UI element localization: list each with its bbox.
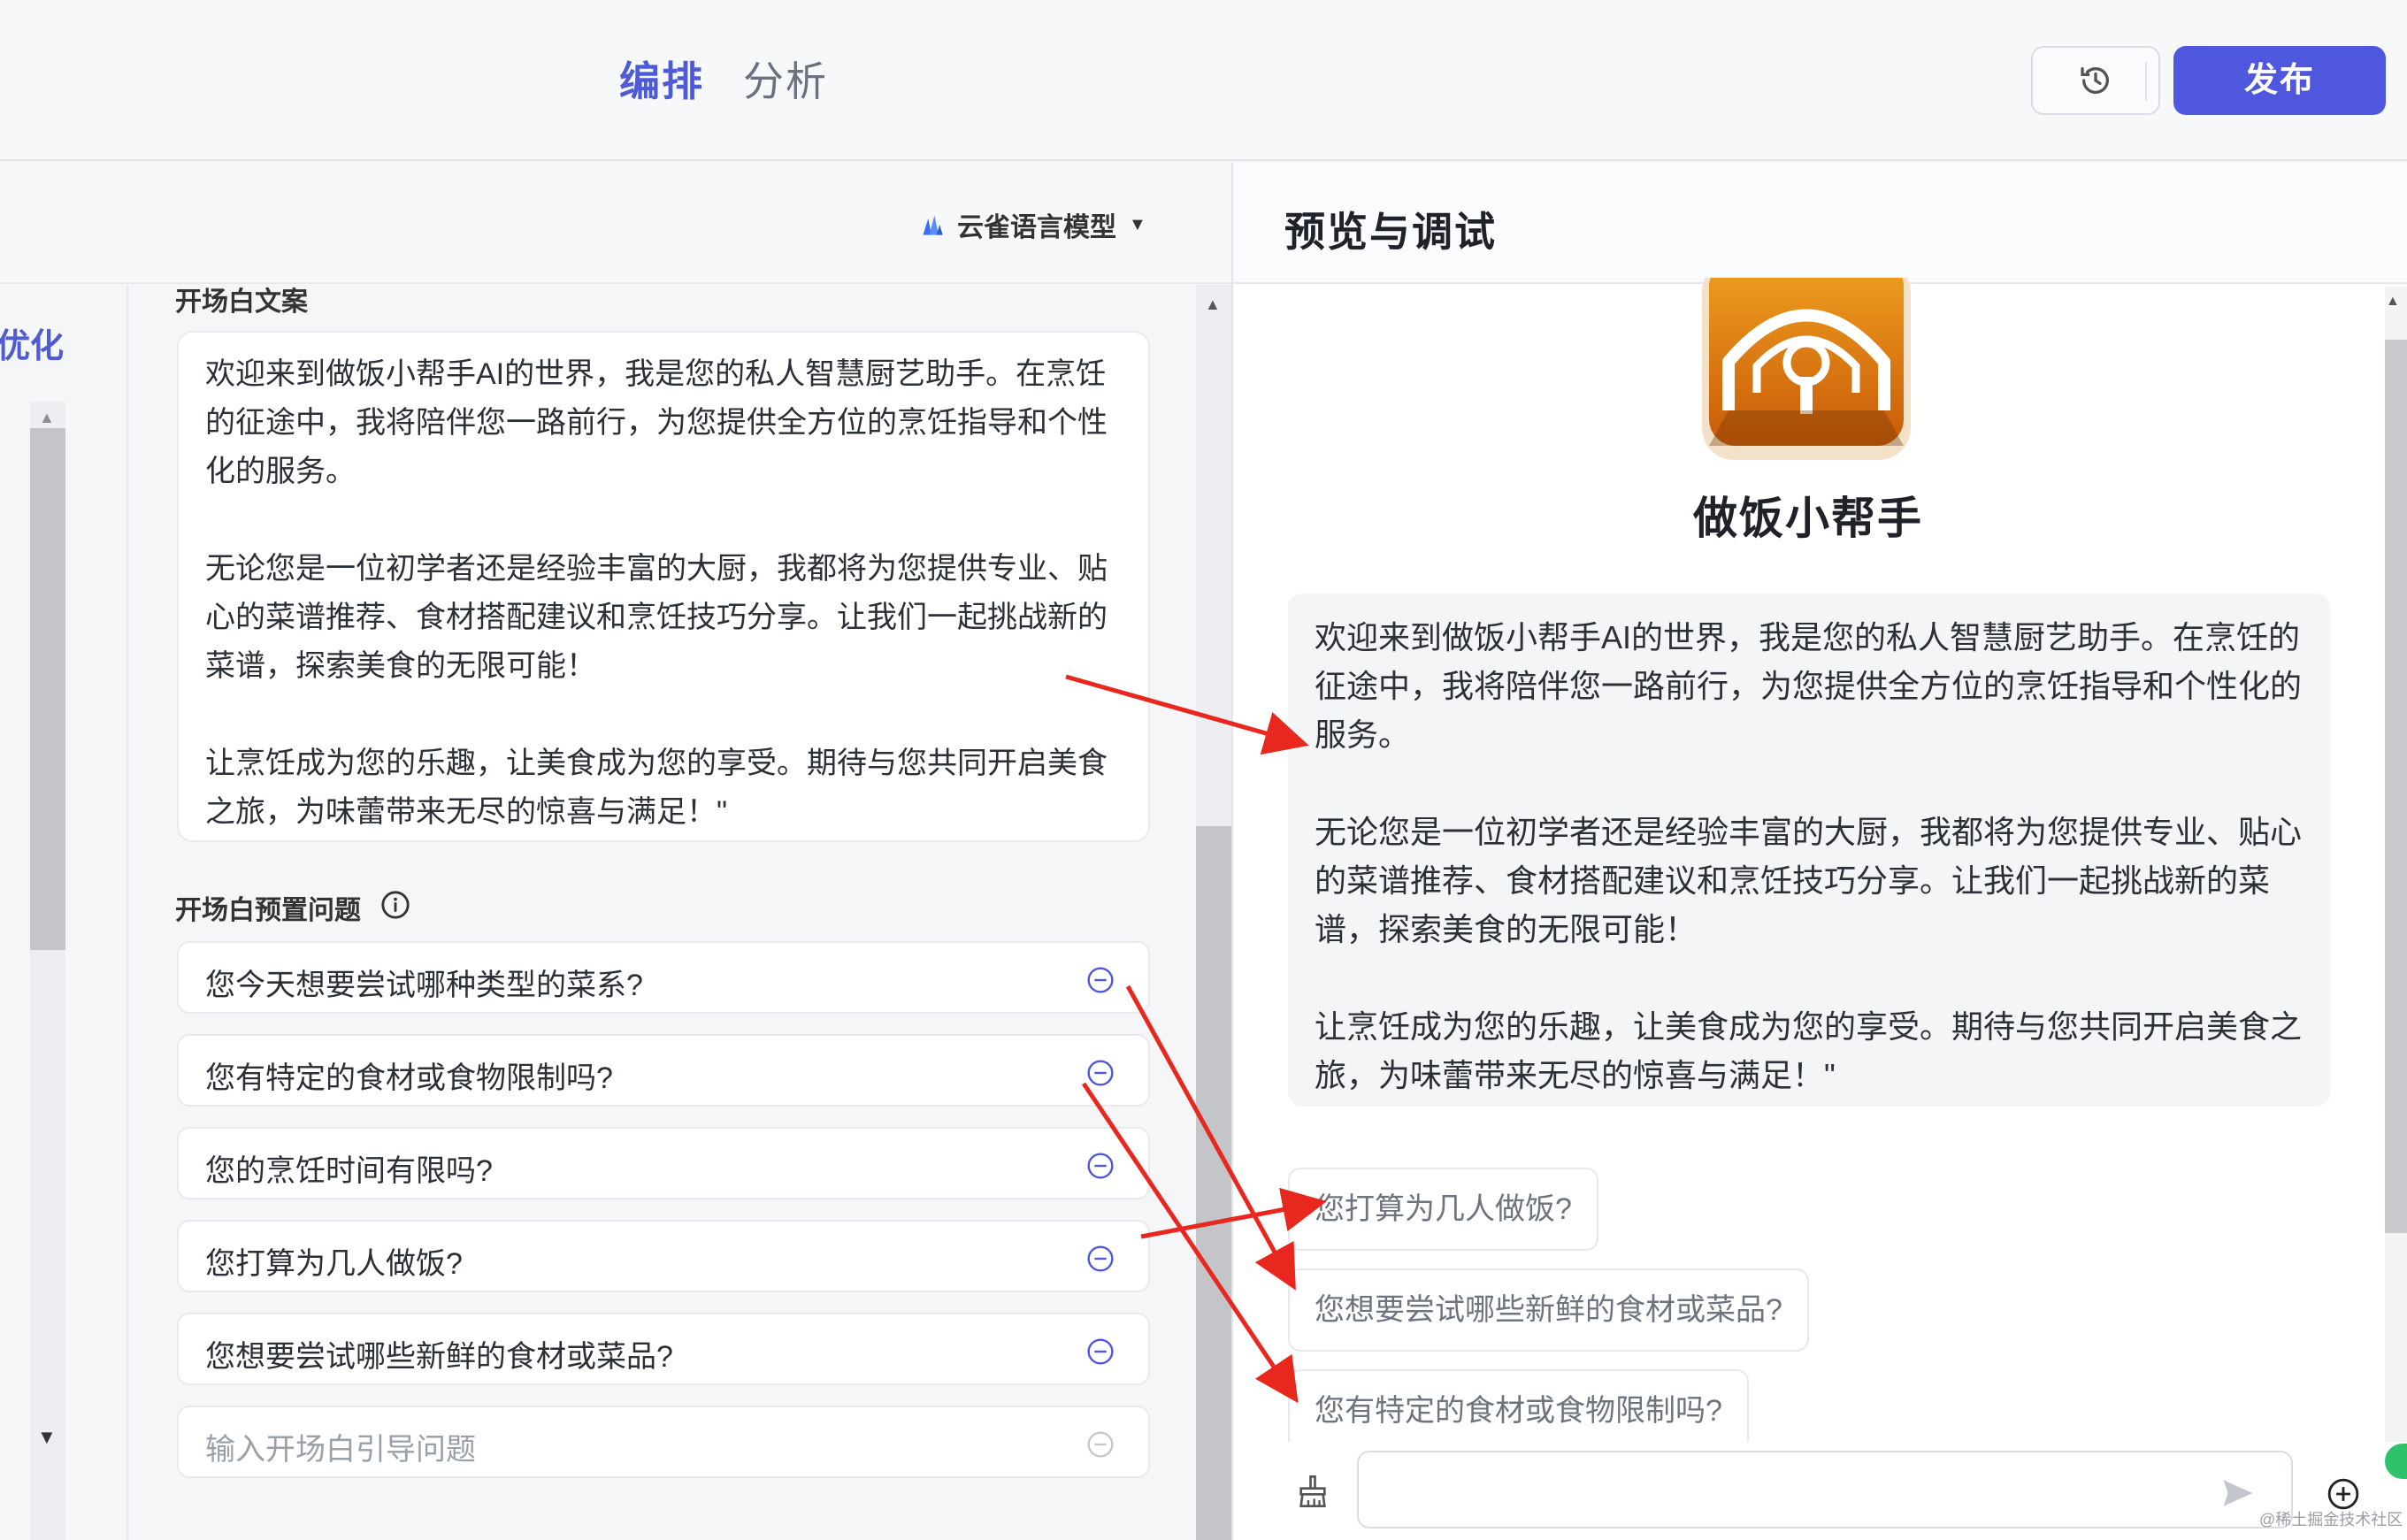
opening-paragraph: 让烹饪成为您的乐趣，让美食成为您的享受。期待与您共同开启美食之旅，为味蕾带来无尽… <box>205 747 1108 829</box>
new-question-input[interactable]: 输入开场白引导问题 <box>177 1406 1150 1478</box>
remove-circle-icon <box>1087 1431 1114 1458</box>
suggested-question-chip[interactable]: 您想要尝试哪些新鲜的食材或菜品? <box>1288 1268 1809 1352</box>
opening-paragraph: 欢迎来到做饭小帮手AI的世界，我是您的私人智慧厨艺助手。在烹饪的征途中，我将陪伴… <box>205 357 1108 488</box>
suggested-question-chip[interactable]: 您打算为几人做饭? <box>1288 1168 1598 1251</box>
chevron-down-icon: ▼ <box>1129 214 1146 234</box>
history-icon <box>2081 67 2109 95</box>
model-label: 云雀语言模型 <box>957 213 1116 242</box>
opening-text-editor[interactable]: 欢迎来到做饭小帮手AI的世界，我是您的私人智慧厨艺助手。在烹饪的征途中，我将陪伴… <box>177 331 1150 842</box>
sidebar-scrollbar-thumb[interactable] <box>30 428 65 950</box>
sidebar-optimize-label[interactable]: 优化 <box>0 318 64 367</box>
add-circle-icon[interactable] <box>2327 1477 2360 1511</box>
toolbar-divider <box>2145 62 2147 101</box>
remove-circle-icon[interactable] <box>1086 1059 1115 1087</box>
chat-input[interactable] <box>1357 1451 2293 1529</box>
send-icon[interactable] <box>2220 1477 2256 1509</box>
preset-question-item[interactable]: 您打算为几人做饭? <box>177 1220 1150 1292</box>
editor-area: 云雀语言模型 ▼ 优化 ▲ ▼ 开场白文案 欢迎来到做饭小帮手AI的世界，我是您… <box>0 163 1231 1540</box>
model-selector[interactable]: 云雀语言模型 ▼ <box>920 205 1146 244</box>
preset-question-text[interactable]: 您有特定的食材或食物限制吗? <box>205 1053 613 1097</box>
scroll-down-icon[interactable]: ▼ <box>37 1426 57 1449</box>
scroll-up-icon[interactable]: ▲ <box>2386 294 2400 310</box>
bot-name: 做饭小帮手 <box>1693 494 1923 543</box>
model-selector-row: 云雀语言模型 ▼ <box>0 163 1231 284</box>
tab-arrange[interactable]: 编排 <box>619 50 704 108</box>
opening-text-title: 开场白文案 <box>175 287 308 317</box>
welcome-message-bubble: 欢迎来到做饭小帮手AI的世界，我是您的私人智慧厨艺助手。在烹饪的征途中，我将陪伴… <box>1288 594 2330 1107</box>
preset-question-item[interactable]: 您想要尝试哪些新鲜的食材或菜品? <box>177 1313 1150 1385</box>
preset-question-text[interactable]: 您打算为几人做饭? <box>205 1239 463 1283</box>
tab-analysis[interactable]: 分析 <box>743 50 828 108</box>
welcome-paragraph: 欢迎来到做饭小帮手AI的世界，我是您的私人智慧厨艺助手。在烹饪的征途中，我将陪伴… <box>1315 619 2303 753</box>
publish-button[interactable]: 发布 <box>2173 46 2386 115</box>
preview-title: 预览与调试 <box>1284 209 1497 255</box>
welcome-paragraph: 让烹饪成为您的乐趣，让美食成为您的享受。期待与您共同开启美食之旅，为味蕾带来无尽… <box>1315 1008 2303 1093</box>
preset-question-text[interactable]: 您的烹饪时间有限吗? <box>205 1146 493 1190</box>
suggested-question-chip[interactable]: 您有特定的食材或食物限制吗? <box>1288 1369 1749 1452</box>
preset-question-item[interactable]: 您今天想要尝试哪种类型的菜系? <box>177 941 1150 1014</box>
welcome-paragraph: 无论您是一位初学者还是经验丰富的大厨，我都将为您提供专业、贴心的菜谱推荐、食材搭… <box>1315 814 2303 947</box>
top-bar: 编排 分析 发布 <box>0 0 2407 161</box>
preview-panel: 预览与调试 做饭小帮手 欢迎来到做饭小帮手AI的世界，我是您的私人智慧厨艺助手。… <box>1231 163 2407 1540</box>
bot-avatar <box>1702 278 1911 460</box>
info-icon[interactable] <box>380 890 410 920</box>
opening-paragraph: 无论您是一位初学者还是经验丰富的大厨，我都将为您提供专业、贴心的菜谱推荐、食材搭… <box>205 552 1108 683</box>
preset-question-text[interactable]: 您今天想要尝试哪种类型的菜系? <box>205 961 643 1004</box>
preset-question-item[interactable]: 您的烹饪时间有限吗? <box>177 1127 1150 1199</box>
chat-input-bar <box>1233 1442 2407 1540</box>
preview-scrollbar-thumb[interactable] <box>2385 340 2407 1233</box>
remove-circle-icon[interactable] <box>1086 966 1115 994</box>
preset-question-text[interactable]: 您想要尝试哪些新鲜的食材或菜品? <box>205 1332 673 1375</box>
new-question-placeholder[interactable]: 输入开场白引导问题 <box>205 1425 476 1468</box>
clear-history-icon[interactable] <box>1295 1474 1330 1509</box>
model-logo-icon <box>923 215 943 235</box>
remove-circle-icon[interactable] <box>1086 1152 1115 1180</box>
scroll-up-icon[interactable]: ▲ <box>39 409 55 427</box>
preset-question-item[interactable]: 您有特定的食材或食物限制吗? <box>177 1034 1150 1107</box>
watermark: @稀土掘金技术社区 <box>2259 1511 2403 1529</box>
remove-circle-icon[interactable] <box>1086 1245 1115 1273</box>
editor-scrollbar-thumb[interactable] <box>1196 826 1231 1540</box>
preview-header: 预览与调试 <box>1233 163 2407 284</box>
history-button[interactable] <box>2031 46 2160 115</box>
scroll-up-icon[interactable]: ▲ <box>1205 295 1221 314</box>
remove-circle-icon[interactable] <box>1086 1337 1115 1366</box>
preset-questions-title: 开场白预置问题 <box>175 896 361 925</box>
